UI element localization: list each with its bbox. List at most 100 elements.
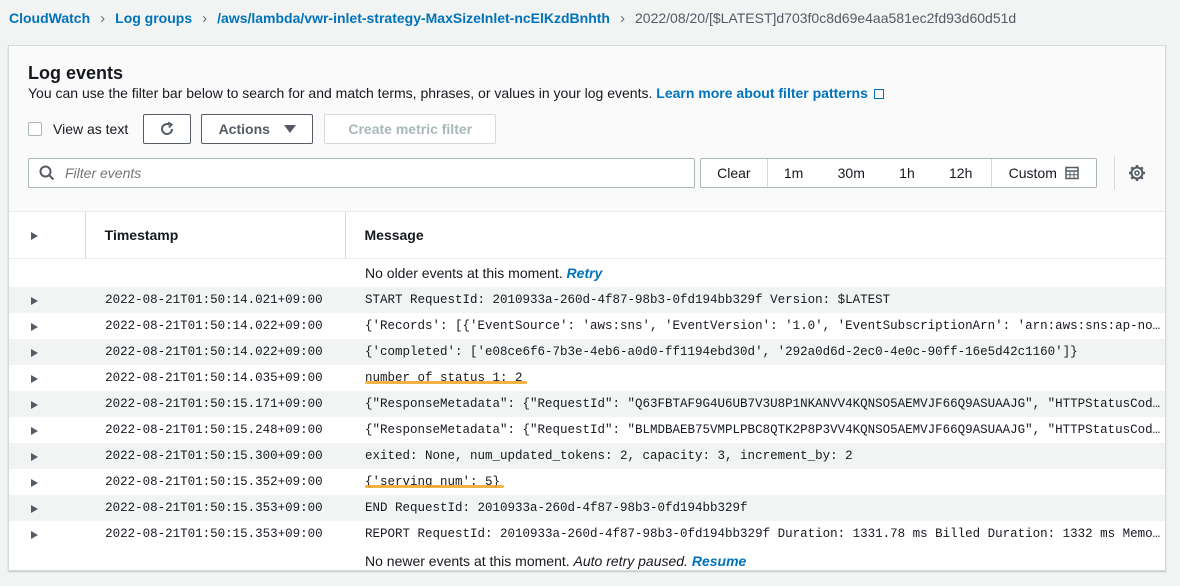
chevron-right-icon: ›: [202, 9, 208, 27]
timestamp-header[interactable]: Timestamp: [84, 211, 345, 259]
learn-more-link[interactable]: Learn more about filter patterns: [656, 85, 884, 101]
no-newer-row: No newer events at this moment. Auto ret…: [9, 547, 1165, 575]
expand-row-cell[interactable]: [9, 339, 86, 365]
timestamp-cell: 2022-08-21T01:50:15.248+09:00: [105, 423, 323, 437]
caret-right-icon: [31, 322, 38, 331]
external-link-icon: [873, 89, 884, 99]
actions-button[interactable]: Actions: [201, 114, 314, 144]
expand-row-cell[interactable]: [9, 443, 86, 469]
timestamp-cell: 2022-08-21T01:50:14.022+09:00: [85, 339, 345, 365]
breadcrumb-log-group[interactable]: /aws/lambda/vwr-inlet-strategy-MaxSizeIn…: [217, 10, 610, 26]
expand-row-cell[interactable]: [9, 417, 85, 443]
message-cell: number of status 1: 2: [365, 371, 1165, 385]
table-row[interactable]: 2022-08-21T01:50:14.035+09:00 number of s…: [9, 365, 1165, 391]
divider: [1114, 156, 1115, 190]
breadcrumb-cloudwatch[interactable]: CloudWatch: [9, 10, 90, 26]
log-events-panel: Log events You can use the filter bar be…: [8, 45, 1166, 571]
caret-right-icon: [31, 530, 38, 539]
table-row[interactable]: 2022-08-21T01:50:15.353+09:00 REPORT Requ…: [9, 521, 1165, 547]
breadcrumb-current: 2022/08/20/[$LATEST]d703f0c8d69e4aa581ec…: [635, 10, 1017, 26]
time-1h-button[interactable]: 1h: [883, 159, 931, 187]
highlight-underline: [365, 485, 504, 488]
expand-row-cell[interactable]: [9, 521, 85, 547]
table-row[interactable]: 2022-08-21T01:50:15.248+09:00 {"ResponseM…: [9, 417, 1165, 443]
toolbar: View as text Actions Create metric filte…: [28, 113, 497, 145]
message-cell: REPORT RequestId: 2010933a-260d-4f87-98b…: [365, 527, 1165, 541]
message-cell: END RequestId: 2010933a-260d-4f87-98b3-0…: [365, 501, 1165, 515]
caret-right-icon: [31, 504, 38, 513]
table-row[interactable]: 2022-08-21T01:50:14.022+09:00 {'completed…: [9, 339, 1165, 365]
time-custom-button[interactable]: Custom: [990, 159, 1096, 187]
no-older-row: No older events at this moment. Retry: [9, 259, 1165, 288]
caret-right-icon: [31, 452, 38, 461]
time-clear-button[interactable]: Clear: [701, 159, 768, 187]
actions-label: Actions: [218, 121, 270, 137]
message-cell: {'Records': [{'EventSource': 'aws:sns', …: [365, 319, 1165, 333]
gear-icon[interactable]: [1128, 164, 1146, 182]
expand-row-cell[interactable]: [9, 495, 86, 521]
table-row[interactable]: 2022-08-21T01:50:15.353+09:00 END Request…: [9, 495, 1165, 521]
expand-row-cell[interactable]: [9, 469, 85, 495]
caret-right-icon: [31, 400, 38, 409]
expand-row-cell[interactable]: [9, 287, 86, 313]
time-1m-button[interactable]: 1m: [768, 159, 820, 187]
timestamp-cell: 2022-08-21T01:50:15.352+09:00: [105, 475, 323, 489]
resume-link[interactable]: Resume: [692, 553, 746, 569]
create-metric-filter-button[interactable]: Create metric filter: [324, 114, 497, 144]
filter-events-field[interactable]: [28, 158, 695, 188]
message-text: {"ResponseMetadata": {"RequestId": "Q63F…: [365, 397, 1165, 411]
time-30m-button[interactable]: 30m: [819, 159, 883, 187]
caret-right-icon: [31, 478, 38, 487]
table-row[interactable]: 2022-08-21T01:50:14.021+09:00 START Reque…: [9, 287, 1165, 313]
expand-all-header[interactable]: [9, 211, 86, 259]
retry-link[interactable]: Retry: [567, 265, 603, 281]
timestamp-cell: 2022-08-21T01:50:15.353+09:00: [85, 495, 345, 521]
timestamp-cell: 2022-08-21T01:50:14.035+09:00: [105, 371, 323, 385]
message-cell: START RequestId: 2010933a-260d-4f87-98b3…: [365, 293, 1165, 307]
panel-header: Log events You can use the filter bar be…: [9, 46, 1165, 211]
message-text: {'completed': ['e08ce6f6-7b3e-4eb6-a0d0-…: [365, 345, 1078, 359]
caret-down-icon: [283, 125, 296, 133]
chevron-right-icon: ›: [620, 9, 625, 27]
timestamp-cell: 2022-08-21T01:50:15.353+09:00: [105, 527, 323, 541]
message-cell: {"ResponseMetadata": {"RequestId": "BLMD…: [365, 423, 1165, 437]
no-newer-text: No newer events at this moment.: [365, 553, 570, 569]
chevron-right-icon: ›: [100, 9, 106, 27]
message-cell: {"ResponseMetadata": {"RequestId": "Q63F…: [365, 397, 1165, 411]
auto-retry-text: Auto retry paused.: [573, 553, 688, 569]
table-row[interactable]: 2022-08-21T01:50:15.352+09:00 {'serving_n…: [9, 469, 1165, 495]
message-text: END RequestId: 2010933a-260d-4f87-98b3-0…: [365, 501, 748, 515]
no-newer-note: No newer events at this moment. Auto ret…: [345, 547, 1165, 575]
message-text: {'Records': [{'EventSource': 'aws:sns', …: [365, 319, 1165, 333]
caret-right-icon: [31, 232, 38, 240]
expand-row-cell[interactable]: [9, 391, 86, 417]
message-text: exited: None, num_updated_tokens: 2, cap…: [365, 449, 853, 463]
caret-right-icon: [31, 296, 38, 305]
timestamp-cell: 2022-08-21T01:50:14.022+09:00: [105, 319, 323, 333]
caret-right-icon: [31, 426, 38, 435]
table-row[interactable]: 2022-08-21T01:50:15.171+09:00 {"ResponseM…: [9, 391, 1165, 417]
message-cell: exited: None, num_updated_tokens: 2, cap…: [365, 449, 1165, 463]
view-as-text-label: View as text: [53, 121, 129, 137]
message-header[interactable]: Message: [344, 211, 1165, 259]
search-icon: [39, 165, 55, 181]
message-cell: {'serving_num': 5}: [365, 475, 1165, 489]
highlight-underline: [365, 381, 527, 384]
breadcrumb: CloudWatch › Log groups › /aws/lambda/vw…: [9, 0, 1016, 36]
table-row[interactable]: 2022-08-21T01:50:14.022+09:00 {'Records':…: [9, 313, 1165, 339]
timestamp-cell: 2022-08-21T01:50:15.171+09:00: [85, 391, 345, 417]
expand-row-cell[interactable]: [9, 365, 85, 391]
filter-events-input[interactable]: [63, 164, 667, 182]
table-row[interactable]: 2022-08-21T01:50:15.300+09:00 exited: Non…: [9, 443, 1165, 469]
no-older-note: No older events at this moment. Retry: [345, 259, 1165, 288]
expand-row-cell[interactable]: [9, 313, 85, 339]
refresh-button[interactable]: [143, 114, 192, 144]
view-as-text-checkbox[interactable]: [28, 122, 42, 136]
message-cell: {'completed': ['e08ce6f6-7b3e-4eb6-a0d0-…: [365, 345, 1165, 359]
no-older-text: No older events at this moment.: [365, 265, 563, 281]
breadcrumb-log-groups[interactable]: Log groups: [115, 10, 192, 26]
table-header-row: Timestamp Message: [9, 211, 1165, 259]
caret-right-icon: [31, 348, 38, 357]
time-12h-button[interactable]: 12h: [931, 159, 991, 187]
message-text: {"ResponseMetadata": {"RequestId": "BLMD…: [365, 423, 1165, 437]
